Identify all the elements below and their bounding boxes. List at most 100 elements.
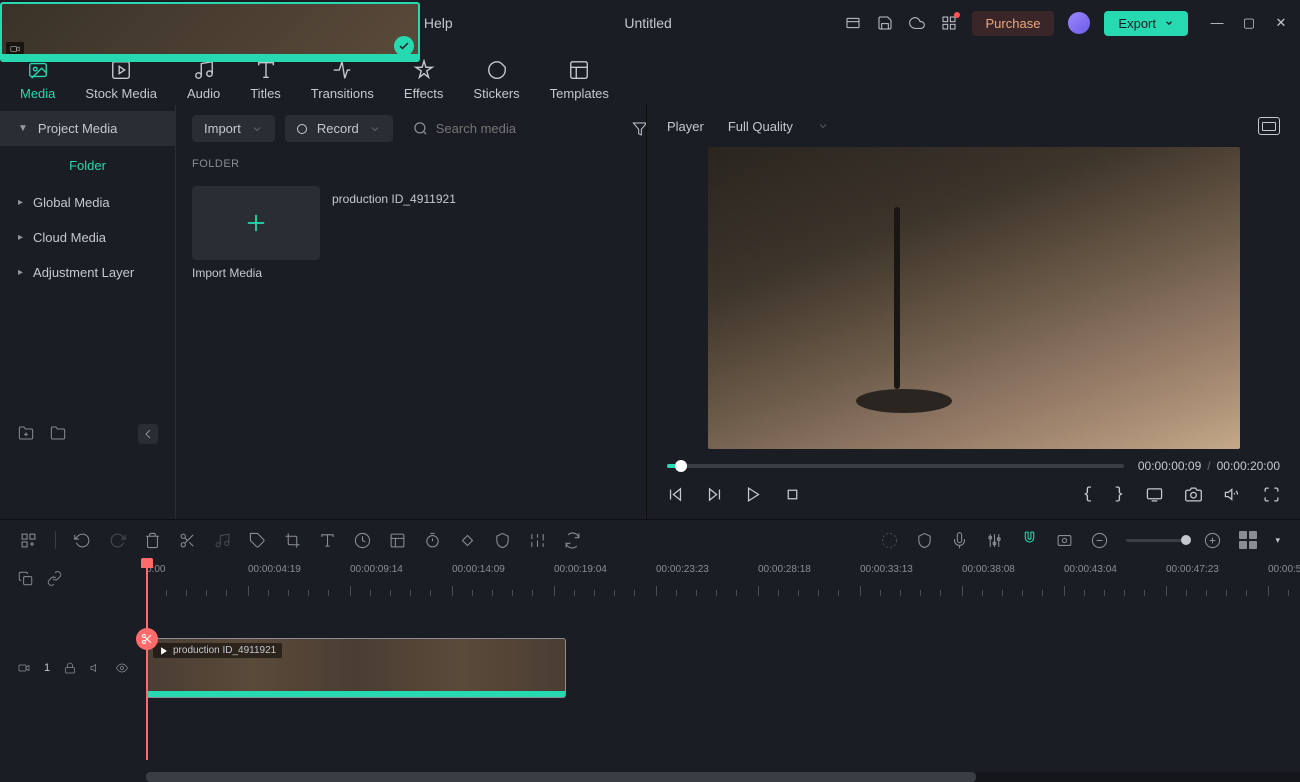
ruler-mark: 00:00:38:08: [962, 564, 1015, 575]
zoom-slider[interactable]: [1126, 539, 1186, 542]
mask-icon[interactable]: [494, 532, 511, 549]
window-maximize[interactable]: ▢: [1242, 15, 1256, 31]
ruler-mark: 00:00:28:18: [758, 564, 811, 575]
prev-frame-icon[interactable]: [667, 486, 684, 503]
tab-stickers[interactable]: Stickers: [473, 54, 519, 105]
ruler-mark: 00:00:04:19: [248, 564, 301, 575]
ruler-mark: 00:00:09:14: [350, 564, 403, 575]
refresh-icon[interactable]: [564, 532, 581, 549]
add-track-icon[interactable]: [20, 532, 37, 549]
video-badge-icon: [6, 42, 24, 56]
search-input[interactable]: [436, 121, 612, 136]
zoom-in-icon[interactable]: [1204, 532, 1221, 549]
stop-icon[interactable]: [784, 486, 801, 503]
quality-dropdown[interactable]: Full Quality: [728, 119, 829, 134]
duplicate-track-icon[interactable]: [18, 571, 33, 586]
video-track-icon: [18, 661, 30, 675]
playhead[interactable]: [146, 560, 148, 760]
timer-icon[interactable]: [424, 532, 441, 549]
player-tab[interactable]: Player: [667, 119, 704, 134]
fullscreen-icon[interactable]: [1263, 486, 1280, 503]
timeline-ruler[interactable]: 0:0000:00:04:1900:00:09:1400:00:14:0900:…: [146, 560, 1300, 596]
cloud-icon[interactable]: [908, 14, 926, 32]
color-icon[interactable]: [389, 532, 406, 549]
ruler-mark: 00:00:19:04: [554, 564, 607, 575]
new-folder-icon[interactable]: [18, 425, 34, 444]
import-media-card[interactable]: [192, 186, 320, 260]
mark-out-icon[interactable]: }: [1114, 485, 1124, 503]
tag-icon[interactable]: [249, 532, 266, 549]
mark-in-icon[interactable]: {: [1083, 485, 1093, 503]
view-mode-chevron[interactable]: ▾: [1275, 535, 1280, 546]
undo-icon[interactable]: [74, 532, 91, 549]
play-backward-icon[interactable]: [706, 486, 723, 503]
clip-label: production ID_4911921: [153, 643, 282, 658]
import-dropdown[interactable]: Import: [192, 115, 275, 142]
audio-mixer-icon[interactable]: [986, 532, 1003, 549]
clip-added-check-icon: [394, 36, 414, 56]
link-icon[interactable]: [47, 571, 62, 586]
volume-icon[interactable]: [1224, 486, 1241, 503]
display-icon[interactable]: [1146, 486, 1163, 503]
media-clip-name: production ID_4911921: [332, 192, 460, 206]
keyframe-icon[interactable]: [459, 532, 476, 549]
window-minimize[interactable]: —: [1210, 15, 1224, 31]
scrub-handle[interactable]: [675, 460, 687, 472]
sidebar-adjustment-layer[interactable]: ▸Adjustment Layer: [0, 255, 175, 290]
sidebar-folder[interactable]: Folder: [0, 146, 175, 185]
screenshot-icon[interactable]: [1056, 532, 1073, 549]
record-icon: [297, 124, 307, 134]
cut-icon[interactable]: [179, 532, 196, 549]
tab-templates[interactable]: Templates: [550, 54, 609, 105]
render-icon[interactable]: [881, 532, 898, 549]
ruler-mark: 00:00:47:23: [1166, 564, 1219, 575]
crop-icon[interactable]: [284, 532, 301, 549]
timeline-clip[interactable]: production ID_4911921: [146, 638, 566, 698]
magnet-icon[interactable]: [1021, 530, 1038, 547]
layout-icon[interactable]: [844, 14, 862, 32]
export-button[interactable]: Export: [1104, 11, 1188, 36]
scrub-track[interactable]: [667, 464, 1124, 468]
speed-icon[interactable]: [354, 532, 371, 549]
media-clip-thumbnail[interactable]: [0, 2, 420, 62]
voiceover-icon[interactable]: [951, 532, 968, 549]
mute-track-icon[interactable]: [90, 661, 102, 675]
stickers-icon: [485, 58, 509, 82]
sidebar-global-media[interactable]: ▸Global Media: [0, 185, 175, 220]
ruler-mark: 00:00:33:13: [860, 564, 913, 575]
ruler-mark: 00:00:23:23: [656, 564, 709, 575]
window-close[interactable]: ✕: [1274, 15, 1288, 31]
mixer-icon[interactable]: [529, 532, 546, 549]
timeline-scrollbar[interactable]: [146, 772, 1300, 782]
camera-icon[interactable]: [1185, 486, 1202, 503]
menu-help[interactable]: Help: [424, 15, 453, 31]
zoom-out-icon[interactable]: [1091, 532, 1108, 549]
redo-icon[interactable]: [109, 532, 126, 549]
sidebar-project-media[interactable]: ▼Project Media: [0, 111, 175, 146]
snapshot-icon[interactable]: [1258, 117, 1280, 135]
text-icon[interactable]: [319, 532, 336, 549]
video-preview[interactable]: [708, 147, 1240, 449]
delete-icon[interactable]: [144, 532, 161, 549]
play-icon[interactable]: [745, 486, 762, 503]
import-media-label: Import Media: [192, 266, 320, 280]
collapse-sidebar-button[interactable]: [138, 424, 158, 444]
view-mode-icon[interactable]: [1239, 531, 1257, 549]
search-icon: [413, 121, 428, 136]
timecode: 00:00:00:09/00:00:20:00: [1138, 459, 1280, 473]
marker-icon[interactable]: [916, 532, 933, 549]
visibility-track-icon[interactable]: [116, 661, 128, 675]
save-icon[interactable]: [876, 14, 894, 32]
apps-icon[interactable]: [940, 14, 958, 32]
playhead-scissors-icon[interactable]: [136, 628, 158, 650]
lock-track-icon[interactable]: [64, 661, 76, 675]
music-icon[interactable]: [214, 532, 231, 549]
folder-icon[interactable]: [50, 425, 66, 444]
record-dropdown[interactable]: Record: [285, 115, 393, 142]
templates-icon: [567, 58, 591, 82]
track-number: 1: [44, 662, 50, 674]
sidebar-cloud-media[interactable]: ▸Cloud Media: [0, 220, 175, 255]
purchase-button[interactable]: Purchase: [972, 11, 1055, 36]
ruler-mark: 00:00:43:04: [1064, 564, 1117, 575]
user-avatar[interactable]: [1068, 12, 1090, 34]
